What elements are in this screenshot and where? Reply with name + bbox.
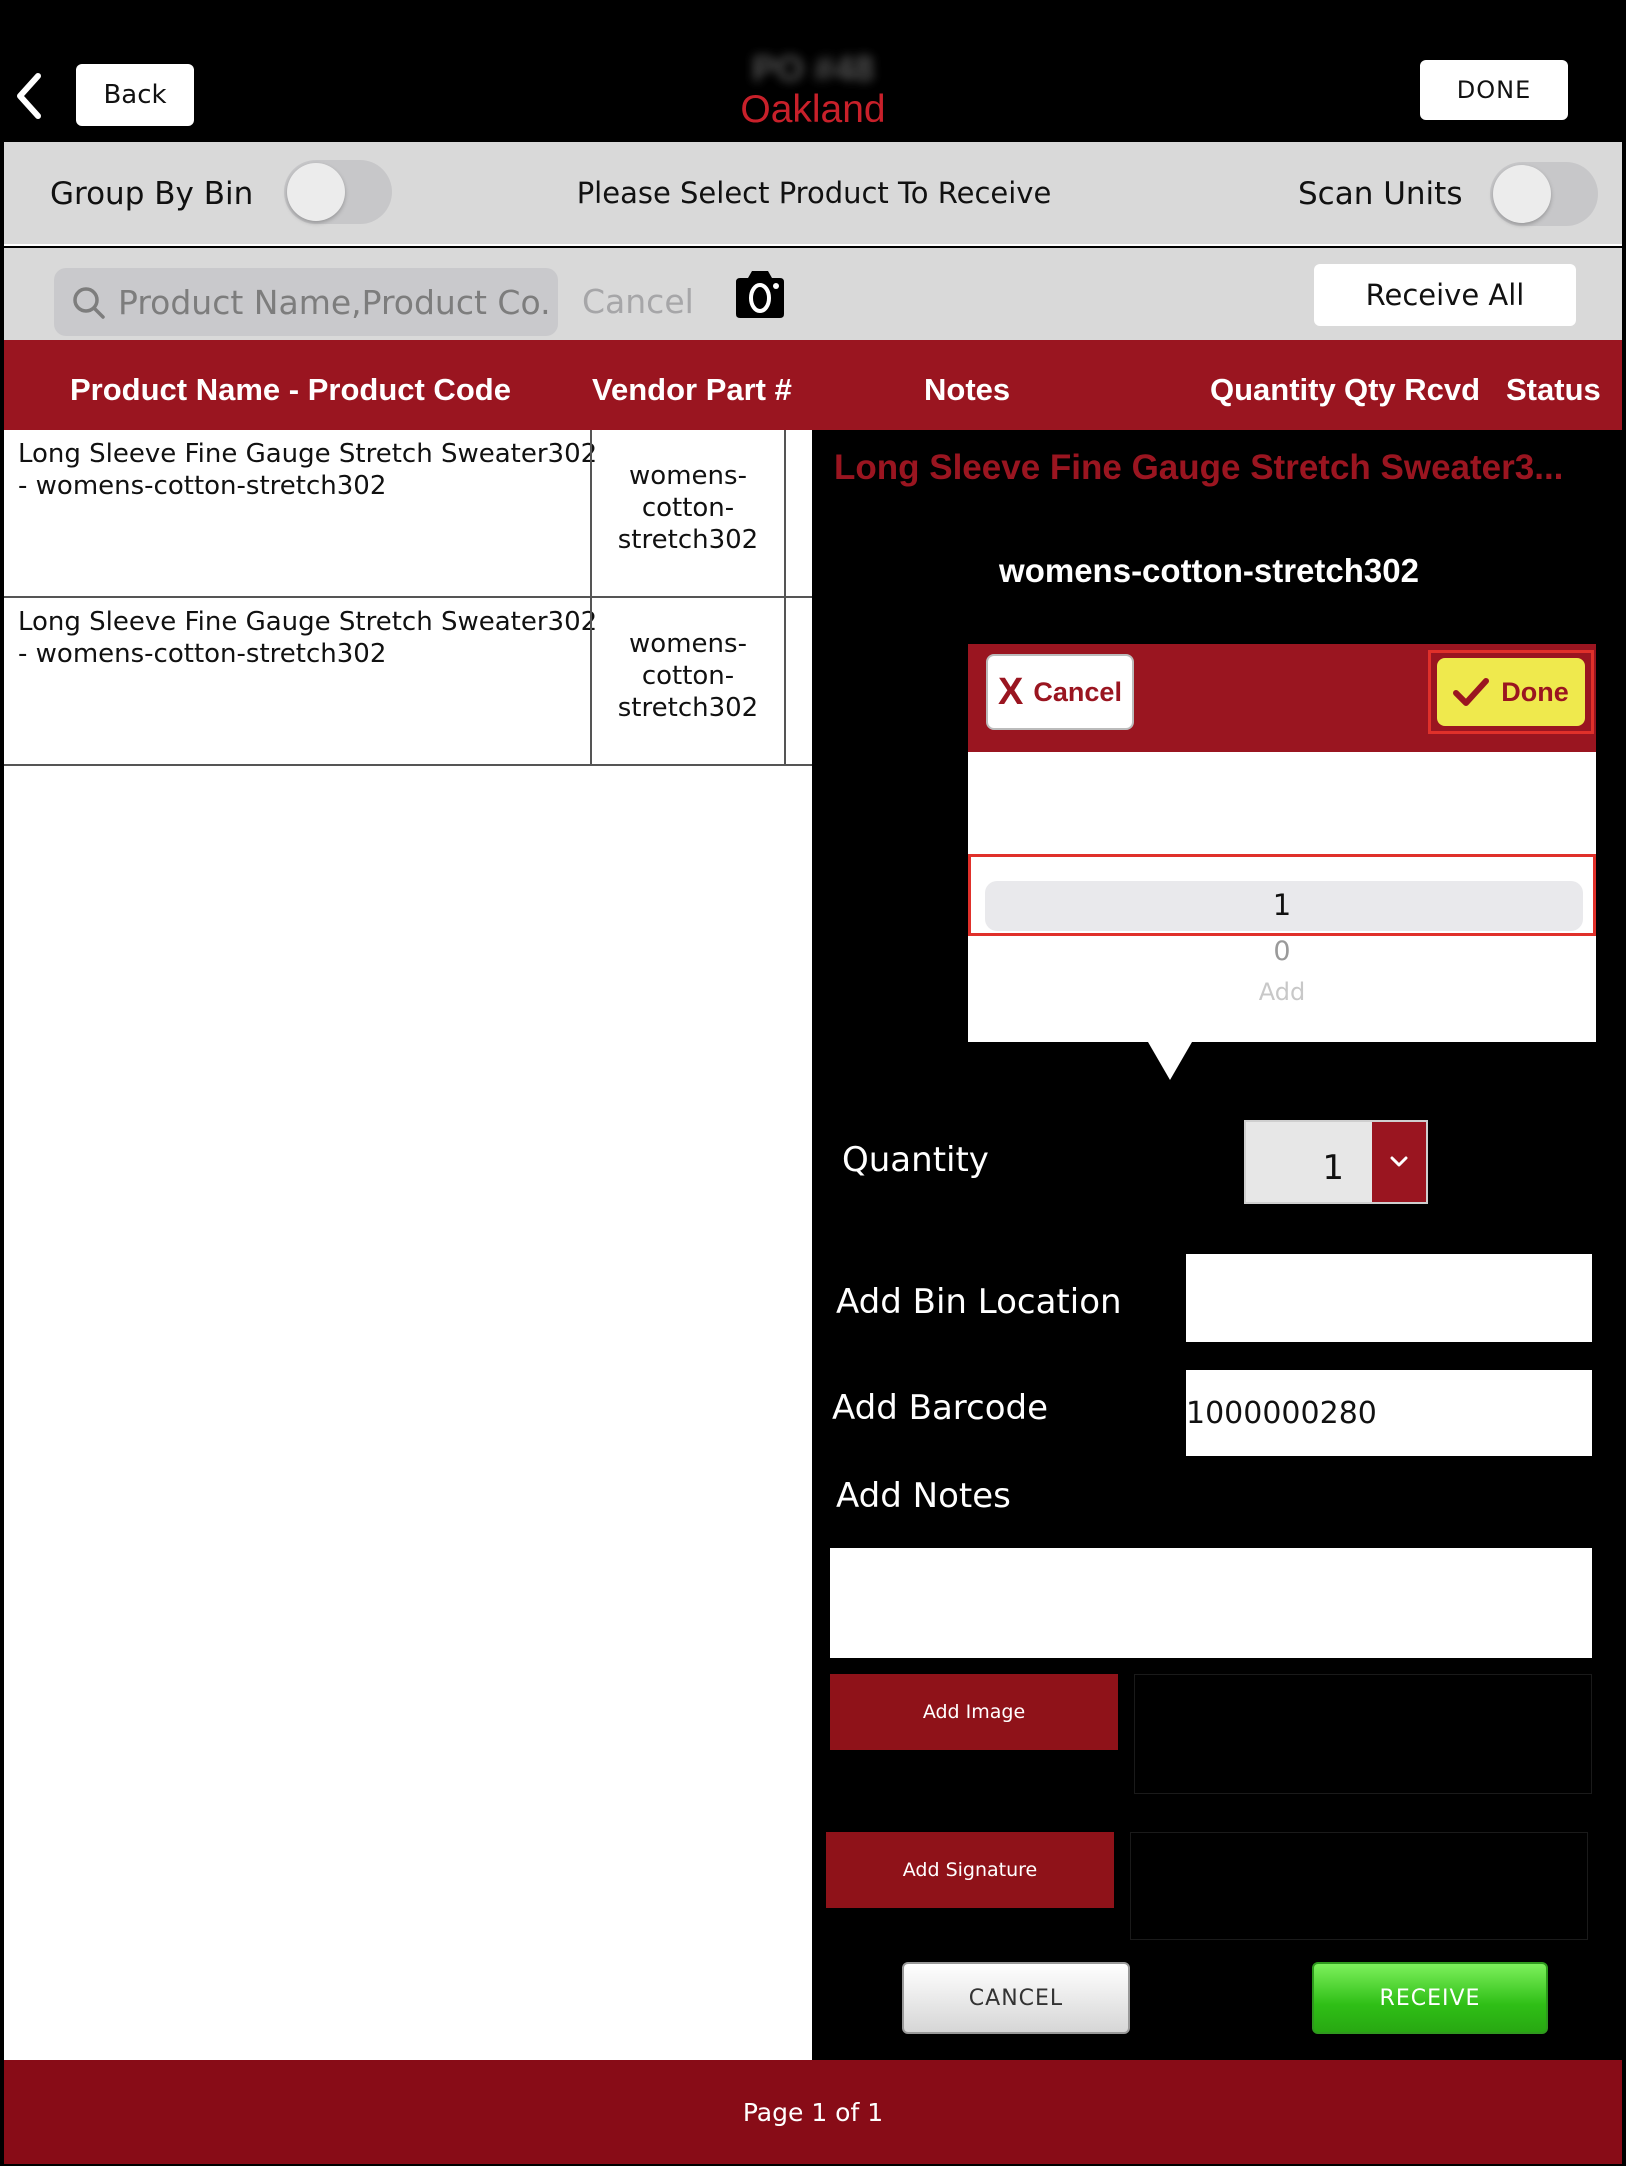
notes-input[interactable] xyxy=(830,1548,1592,1658)
checkmark-icon xyxy=(1453,678,1490,706)
picker-done-label: Done xyxy=(1501,676,1569,707)
receive-all-button[interactable]: Receive All xyxy=(1314,264,1576,326)
search-bar: Cancel Receive All xyxy=(4,248,1622,340)
receive-button[interactable]: RECEIVE xyxy=(1312,1962,1548,2034)
done-button[interactable]: DONE xyxy=(1420,60,1568,120)
chevron-left-icon[interactable] xyxy=(14,72,42,120)
notes-label: Add Notes xyxy=(836,1476,1011,1516)
page-indicator: Page 1 of 1 xyxy=(742,2097,884,2127)
add-image-button[interactable]: Add Image xyxy=(830,1674,1118,1750)
column-header-status[interactable]: Status xyxy=(1506,372,1601,408)
barcode-label: Add Barcode xyxy=(832,1388,1049,1428)
scan-units-label: Scan Units xyxy=(1298,176,1463,212)
picker-done-button[interactable]: Done xyxy=(1437,658,1585,726)
picker-done-highlight: Done xyxy=(1428,650,1594,734)
quantity-label: Quantity xyxy=(842,1140,989,1180)
product-list: Long Sleeve Fine Gauge Stretch Sweater30… xyxy=(4,430,812,2060)
receive-panel: Long Sleeve Fine Gauge Stretch Sweater3.… xyxy=(814,448,1622,2060)
picker-cancel-label: Cancel xyxy=(1033,676,1122,707)
search-cancel-button[interactable]: Cancel xyxy=(582,282,694,321)
search-icon xyxy=(73,287,105,319)
scan-units-toggle[interactable] xyxy=(1490,162,1598,226)
picker-option[interactable]: Add xyxy=(968,978,1596,1006)
toggle-knob xyxy=(1493,165,1551,223)
search-input[interactable] xyxy=(118,276,548,328)
picker-option-selected[interactable]: 1 xyxy=(968,888,1596,922)
picker-cancel-button[interactable]: X Cancel xyxy=(986,654,1134,730)
product-name-cell: Long Sleeve Fine Gauge Stretch Sweater30… xyxy=(18,607,598,669)
table-row[interactable]: Long Sleeve Fine Gauge Stretch Sweater30… xyxy=(4,598,812,766)
options-bar: Group By Bin Please Select Product To Re… xyxy=(4,142,1622,246)
column-header-notes[interactable]: Notes xyxy=(924,372,1010,408)
group-by-bin-label: Group By Bin xyxy=(50,176,254,212)
search-field[interactable] xyxy=(54,268,558,336)
vendor-part-cell: womens-cotton-stretch302 xyxy=(590,430,786,596)
column-header-quantity[interactable]: Quantity xyxy=(1210,372,1336,408)
product-code: womens-cotton-stretch302 xyxy=(999,552,1419,589)
top-nav-bar: Back PO #48 Oakland DONE xyxy=(0,0,1626,142)
toggle-knob xyxy=(287,163,345,221)
select-product-prompt: Please Select Product To Receive xyxy=(576,176,1052,210)
quantity-picker-popover: X Cancel Done 1 0 Add xyxy=(968,644,1596,1042)
table-header: Product Name - Product Code Vendor Part … xyxy=(4,340,1622,430)
picker-option[interactable]: 0 xyxy=(968,936,1596,967)
picker-toolbar: X Cancel Done xyxy=(968,644,1596,752)
camera-icon[interactable] xyxy=(732,268,788,320)
barcode-input[interactable] xyxy=(1186,1370,1592,1456)
picker-wheel[interactable]: 1 0 Add xyxy=(968,752,1596,1042)
bin-location-label: Add Bin Location xyxy=(836,1282,1122,1322)
add-signature-button[interactable]: Add Signature xyxy=(826,1832,1114,1908)
bin-location-input[interactable] xyxy=(1186,1254,1592,1342)
group-by-bin-toggle[interactable] xyxy=(284,160,392,224)
product-title: Long Sleeve Fine Gauge Stretch Sweater3.… xyxy=(834,448,1564,487)
popover-arrow xyxy=(1148,1042,1192,1080)
vendor-part-cell: womens-cotton-stretch302 xyxy=(590,598,786,764)
image-preview xyxy=(1134,1674,1592,1794)
table-row[interactable]: Long Sleeve Fine Gauge Stretch Sweater30… xyxy=(4,430,812,598)
page-title: PO #48 xyxy=(751,48,875,89)
pagination-footer: Page 1 of 1 xyxy=(4,2060,1622,2164)
product-name-cell: Long Sleeve Fine Gauge Stretch Sweater30… xyxy=(18,439,598,501)
close-icon: X xyxy=(998,670,1024,713)
signature-preview xyxy=(1130,1832,1588,1940)
back-button[interactable]: Back xyxy=(76,64,194,126)
column-header-vendor-part[interactable]: Vendor Part # xyxy=(592,372,792,408)
cancel-button[interactable]: CANCEL xyxy=(902,1962,1130,2034)
column-header-qty-rcvd[interactable]: Qty Rcvd xyxy=(1344,372,1480,408)
dropdown-button[interactable] xyxy=(1372,1122,1426,1202)
chevron-down-icon xyxy=(1390,1156,1408,1167)
quantity-dropdown[interactable]: 1 xyxy=(1244,1120,1428,1204)
column-header-product[interactable]: Product Name - Product Code xyxy=(70,372,511,408)
quantity-value: 1 xyxy=(1246,1122,1372,1202)
location-subtitle: Oakland xyxy=(740,88,886,131)
